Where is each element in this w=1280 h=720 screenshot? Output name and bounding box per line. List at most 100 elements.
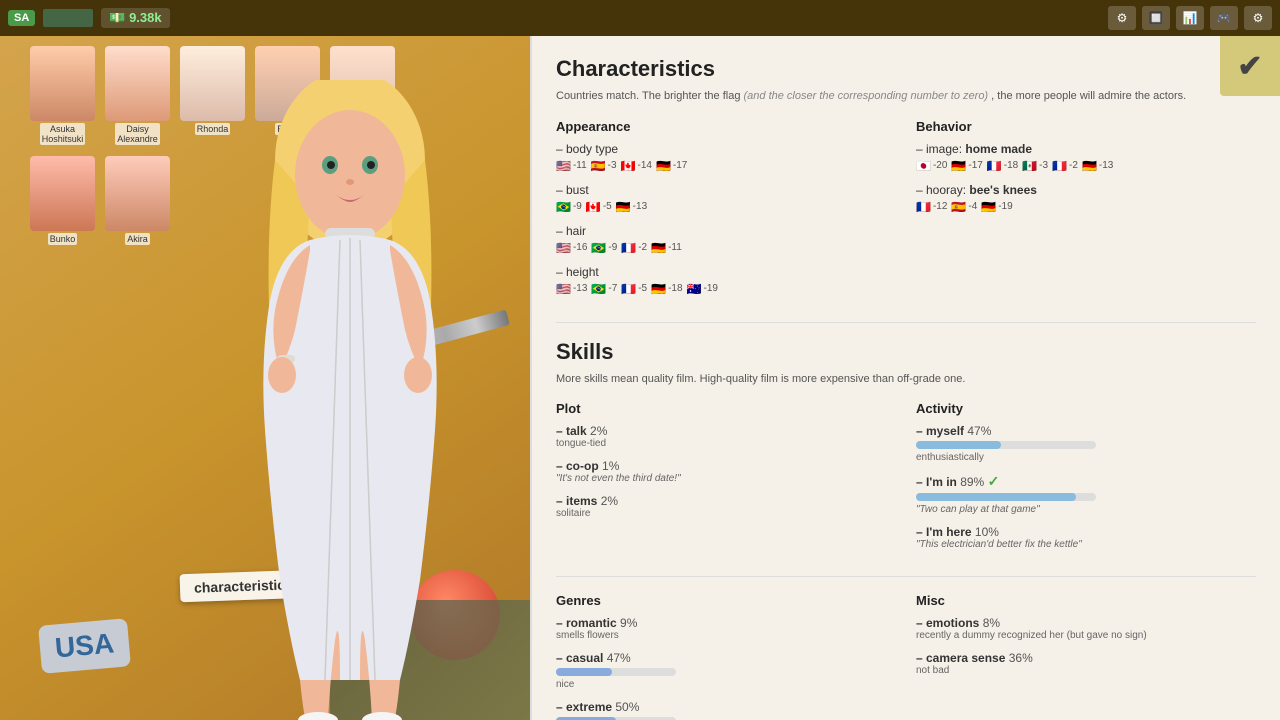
hair-flags: 🇺🇸-16 🇧🇷-9 🇫🇷-2 🇩🇪-11 — [556, 241, 896, 255]
skill-coop: – co-op 1% "It's not even the third date… — [556, 459, 896, 484]
body-type-item: – body type 🇺🇸-11 🇪🇸-3 🇨🇦-14 🇩🇪-17 — [556, 142, 896, 173]
misc-emotions-name: – emotions 8% — [916, 616, 1256, 630]
flag-de5: 🇩🇪-17 — [951, 159, 982, 173]
flag-fr3: 🇫🇷-18 — [987, 159, 1018, 173]
height-flags: 🇺🇸-13 🇧🇷-7 🇫🇷-5 🇩🇪-18 🇦🇺-19 — [556, 282, 896, 296]
misc-camera-desc: not bad — [916, 665, 1256, 676]
check-icon: ✔ — [1237, 49, 1262, 84]
hooray-label: – hooray: bee's knees — [916, 183, 1256, 197]
flag-au: 🇦🇺-19 — [687, 282, 718, 296]
misc-camera-name: – camera sense 36% — [916, 651, 1256, 665]
flag-us: 🇺🇸-11 — [556, 159, 587, 173]
genre-casual-bar — [556, 668, 612, 676]
icon-btn-1[interactable]: ⚙ — [1108, 6, 1136, 30]
left-area: AsukaHoshitsuki DaisyAlexandre Rhonda Ro… — [0, 36, 530, 720]
flag-br: 🇧🇷-9 — [556, 200, 582, 214]
flag-mx: 🇲🇽-3 — [1022, 159, 1048, 173]
icon-btn-5[interactable]: ⚙ — [1244, 6, 1272, 30]
flag-ca2: 🇨🇦-5 — [586, 200, 612, 214]
activity-col: Activity – myself 47% enthusiastically –… — [916, 401, 1256, 560]
genre-casual-bar-container — [556, 668, 676, 676]
flag-fr: 🇫🇷-2 — [621, 241, 647, 255]
hair-label: – hair — [556, 224, 896, 238]
skill-items-name: – items 2% — [556, 494, 896, 508]
char-thumb-akira[interactable]: Akira — [105, 156, 170, 245]
genre-casual-desc: nice — [556, 679, 896, 690]
skills-columns: Plot – talk 2% tongue-tied – co-op 1% "I… — [556, 401, 1256, 560]
flag-de3: 🇩🇪-11 — [651, 241, 682, 255]
flag-fr4: 🇫🇷-2 — [1052, 159, 1078, 173]
characteristics-columns: Appearance – body type 🇺🇸-11 🇪🇸-3 🇨🇦-14 … — [556, 119, 1256, 306]
flag-fr5: 🇫🇷-12 — [916, 200, 947, 214]
char-thumb-daisy[interactable]: DaisyAlexandre — [105, 46, 170, 145]
characteristics-desc: Countries match. The brighter the flag (… — [556, 88, 1256, 105]
bust-flags: 🇧🇷-9 🇨🇦-5 🇩🇪-13 — [556, 200, 896, 214]
desc-italic: (and the closer the corresponding number… — [744, 90, 989, 102]
hair-item: – hair 🇺🇸-16 🇧🇷-9 🇫🇷-2 🇩🇪-11 — [556, 224, 896, 255]
char-thumb-asuka[interactable]: AsukaHoshitsuki — [30, 46, 95, 145]
character-figure — [200, 80, 500, 720]
skill-myself-desc: enthusiastically — [916, 452, 1256, 463]
top-bar: SA 💵 9.38k ⚙ 🔲 📊 🎮 ⚙ — [0, 0, 1280, 36]
hooray-item: – hooray: bee's knees 🇫🇷-12 🇪🇸-4 🇩🇪-19 — [916, 183, 1256, 214]
genres-col: Genres – romantic 9% smells flowers – ca… — [556, 593, 896, 720]
flag-de: 🇩🇪-17 — [656, 159, 687, 173]
skills-title: Skills — [556, 339, 1256, 365]
appearance-col: Appearance – body type 🇺🇸-11 🇪🇸-3 🇨🇦-14 … — [556, 119, 896, 306]
usa-sticker: USA — [38, 618, 131, 674]
skill-myself-bar-container — [916, 441, 1096, 449]
genre-romantic: – romantic 9% smells flowers — [556, 616, 896, 641]
image-flags: 🇯🇵-20 🇩🇪-17 🇫🇷-18 🇲🇽-3 🇫🇷-2 🇩🇪-13 — [916, 159, 1256, 173]
genres-title: Genres — [556, 593, 896, 608]
main-panel: Characteristics Countries match. The bri… — [530, 36, 1280, 720]
flag-jp: 🇯🇵-20 — [916, 159, 947, 173]
misc-emotions-desc: recently a dummy recognized her (but gav… — [916, 630, 1256, 641]
skill-imhere: – I'm here 10% "This electrician'd bette… — [916, 525, 1256, 550]
genres-misc-columns: Genres – romantic 9% smells flowers – ca… — [556, 593, 1256, 720]
skills-section: Skills More skills mean quality film. Hi… — [556, 339, 1256, 561]
skill-imin-bar — [916, 493, 1076, 501]
skill-items-desc: solitaire — [556, 508, 896, 519]
flag-us3: 🇺🇸-13 — [556, 282, 587, 296]
skill-items: – items 2% solitaire — [556, 494, 896, 519]
genre-romantic-name: – romantic 9% — [556, 616, 896, 630]
genre-casual-name: – casual 47% — [556, 651, 896, 665]
skill-myself: – myself 47% enthusiastically — [916, 424, 1256, 463]
height-item: – height 🇺🇸-13 🇧🇷-7 🇫🇷-5 🇩🇪-18 🇦🇺-19 — [556, 265, 896, 296]
flag-es: 🇪🇸-3 — [591, 159, 617, 173]
flag-br3: 🇧🇷-7 — [591, 282, 617, 296]
flag-br2: 🇧🇷-9 — [591, 241, 617, 255]
money-display: 💵 9.38k — [101, 8, 169, 28]
skill-myself-bar — [916, 441, 1001, 449]
flag-us2: 🇺🇸-16 — [556, 241, 587, 255]
skill-imin-bar-container — [916, 493, 1096, 501]
health-bar — [43, 9, 93, 27]
check-button[interactable]: ✔ — [1220, 36, 1280, 96]
skill-coop-name: – co-op 1% — [556, 459, 896, 473]
char-thumb-bunko[interactable]: Bunko — [30, 156, 95, 245]
skill-imin-quote: "Two can play at that game" — [916, 504, 1256, 515]
flag-fr2: 🇫🇷-5 — [621, 282, 647, 296]
characteristics-section: Characteristics Countries match. The bri… — [556, 56, 1256, 306]
body-type-label: – body type — [556, 142, 896, 156]
body-type-flags: 🇺🇸-11 🇪🇸-3 🇨🇦-14 🇩🇪-17 — [556, 159, 896, 173]
icon-btn-3[interactable]: 📊 — [1176, 6, 1204, 30]
desc-end: , the more people will admire the actors… — [991, 90, 1186, 102]
icon-btn-4[interactable]: 🎮 — [1210, 6, 1238, 30]
flag-de7: 🇩🇪-19 — [981, 200, 1012, 214]
skill-imin-name: – I'm in 89% ✓ — [916, 473, 1256, 490]
behavior-col: Behavior – image: home made 🇯🇵-20 🇩🇪-17 … — [916, 119, 1256, 306]
misc-col: Misc – emotions 8% recently a dummy reco… — [916, 593, 1256, 720]
image-item: – image: home made 🇯🇵-20 🇩🇪-17 🇫🇷-18 🇲🇽-… — [916, 142, 1256, 173]
skill-imhere-quote: "This electrician'd better fix the kettl… — [916, 539, 1256, 550]
flag-es2: 🇪🇸-4 — [951, 200, 977, 214]
activity-title: Activity — [916, 401, 1256, 416]
behavior-title: Behavior — [916, 119, 1256, 134]
skill-talk-name: – talk 2% — [556, 424, 896, 438]
skill-myself-name: – myself 47% — [916, 424, 1256, 438]
plot-title: Plot — [556, 401, 896, 416]
image-label: – image: home made — [916, 142, 1256, 156]
genre-extreme: – extreme 50% devilish glance — [556, 700, 896, 720]
misc-camera: – camera sense 36% not bad — [916, 651, 1256, 676]
icon-btn-2[interactable]: 🔲 — [1142, 6, 1170, 30]
